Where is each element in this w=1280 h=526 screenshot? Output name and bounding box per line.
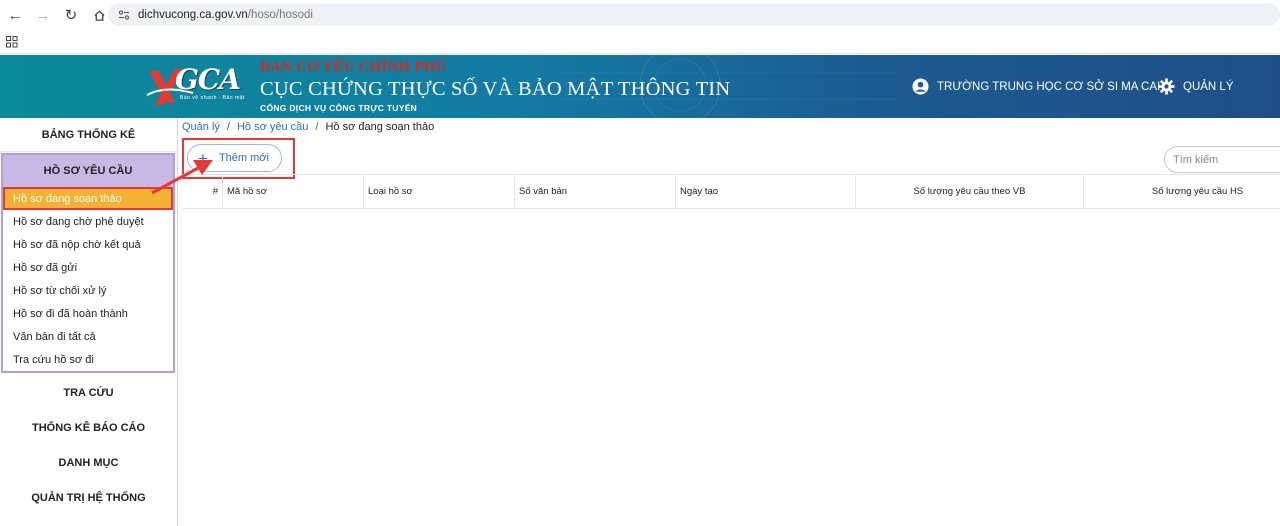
add-new-label: Thêm mới: [218, 152, 269, 164]
sidebar: BẢNG THỐNG KÊ HỒ SƠ YÊU CẦU Hồ sơ đang s…: [0, 118, 178, 526]
plus-icon: +: [198, 148, 208, 168]
site-info-icon[interactable]: [118, 9, 130, 21]
sidebar-item-system-admin[interactable]: QUẢN TRỊ HỆ THỐNG: [0, 480, 177, 515]
column-header-index: #: [212, 186, 218, 197]
sidebar-item-drafts[interactable]: Hồ sơ đang soạn thảo: [3, 187, 173, 210]
sidebar-item-all-documents[interactable]: Văn bản đi tất cả: [3, 325, 173, 348]
breadcrumb-link-requests[interactable]: Hồ sơ yêu cầu: [237, 121, 308, 133]
site-header: GCA Bảo vệ nhanh - Bảo mật BAN CƠ YẾU CH…: [0, 55, 1280, 118]
logo-text: GCA: [175, 63, 241, 96]
sidebar-item-dashboard[interactable]: BẢNG THỐNG KÊ: [0, 118, 177, 152]
portal-subtitle: CỔNG DỊCH VỤ CÔNG TRỰC TUYẾN: [260, 103, 418, 113]
admin-label: QUẢN LÝ: [1183, 80, 1234, 93]
sidebar-item-catalog[interactable]: DANH MỤC: [0, 445, 177, 480]
user-menu[interactable]: TRƯỜNG TRUNG HỌC CƠ SỞ SI MA CAI: [912, 78, 1160, 95]
sidebar-item-lookup-outgoing[interactable]: Tra cứu hồ sơ đi: [3, 348, 173, 371]
admin-menu[interactable]: QUẢN LÝ: [1158, 78, 1234, 95]
org-parent-title: BAN CƠ YẾU CHÍNH PHỦ: [260, 59, 447, 75]
bookmarks-bar: [0, 30, 1280, 54]
sidebar-group-requests: HỒ SƠ YÊU CẦU Hồ sơ đang soạn thảo Hồ sơ…: [1, 153, 175, 373]
add-new-button[interactable]: + Thêm mới: [187, 144, 282, 172]
browser-toolbar: ← → ↻ dichvucong.ca.gov.vn/hoso/hosodi: [0, 0, 1280, 30]
back-icon[interactable]: ←: [2, 2, 28, 28]
reload-icon[interactable]: ↻: [58, 2, 84, 28]
search-input[interactable]: [1164, 146, 1280, 173]
sidebar-item-reports[interactable]: THỐNG KÊ BÁO CÁO: [0, 410, 177, 445]
url-domain: dichvucong.ca.gov.vn: [138, 8, 248, 21]
apps-grid-icon[interactable]: [6, 35, 18, 48]
user-name: TRƯỜNG TRUNG HỌC CƠ SỞ SI MA CAI: [937, 80, 1161, 93]
breadcrumb-link-manage[interactable]: Quản lý: [182, 121, 220, 133]
sidebar-item-pending-approval[interactable]: Hồ sơ đang chờ phê duyệt: [3, 210, 173, 233]
sidebar-item-sent[interactable]: Hồ sơ đã gửi: [3, 256, 173, 279]
breadcrumb-separator: /: [226, 121, 230, 133]
url-path: /hoso/hosodi: [247, 8, 313, 21]
sidebar-item-rejected[interactable]: Hồ sơ từ chối xử lý: [3, 279, 173, 302]
address-bar[interactable]: dichvucong.ca.gov.vn/hoso/hosodi: [108, 3, 1280, 26]
forward-icon[interactable]: →: [30, 2, 56, 28]
logo-subtext: Bảo vệ nhanh - Bảo mật: [180, 95, 245, 101]
gear-icon: [1158, 78, 1175, 95]
org-title: CỤC CHỨNG THỰC SỐ VÀ BẢO MẬT THÔNG TIN: [260, 78, 731, 100]
column-header-type[interactable]: Loại hồ sơ: [363, 175, 514, 208]
column-header-qty-by-doc[interactable]: Số lượng yêu cầu theo VB: [855, 175, 1083, 208]
column-header-code[interactable]: Mã hồ sơ: [222, 175, 363, 208]
sidebar-item-submitted-awaiting[interactable]: Hồ sơ đã nộp chờ kết quả: [3, 233, 173, 256]
main-content: Quản lý / Hồ sơ yêu cầu / Hồ sơ đang soạ…: [180, 118, 1280, 526]
records-table-header: # Mã hồ sơ Loại hồ sơ Số văn bản Ngày tạ…: [182, 174, 1280, 209]
breadcrumb: Quản lý / Hồ sơ yêu cầu / Hồ sơ đang soạ…: [182, 121, 434, 133]
sidebar-item-lookup[interactable]: TRA CỨU: [0, 375, 177, 410]
page-root: ← → ↻ dichvucong.ca.gov.vn/hoso/hosodi G…: [0, 0, 1280, 526]
breadcrumb-separator: /: [315, 121, 319, 133]
sidebar-item-completed[interactable]: Hồ sơ đi đã hoàn thành: [3, 302, 173, 325]
breadcrumb-current: Hồ sơ đang soạn thảo: [325, 121, 435, 133]
column-header-created-date[interactable]: Ngày tạo: [675, 175, 855, 208]
column-header-doc-number[interactable]: Số văn bản: [514, 175, 675, 208]
column-header-qty-by-record[interactable]: Số lượng yêu cầu HS: [1083, 175, 1280, 208]
user-icon: [912, 78, 929, 95]
sidebar-group-header[interactable]: HỒ SƠ YÊU CẦU: [3, 155, 173, 187]
